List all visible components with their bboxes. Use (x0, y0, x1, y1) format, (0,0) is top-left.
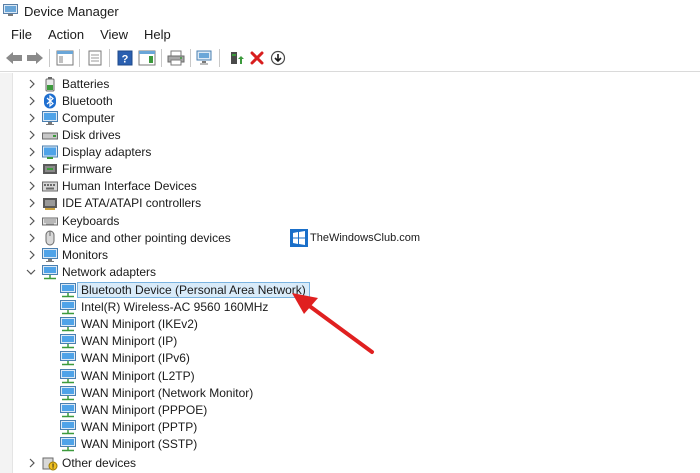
menu-help[interactable]: Help (136, 26, 179, 43)
tree-category-label: Firmware (62, 162, 112, 176)
tree-category-label: Computer (62, 111, 115, 125)
chevron-right-icon[interactable] (27, 79, 37, 89)
chevron-right-icon[interactable] (27, 113, 37, 123)
tree-category-label: Keyboards (62, 214, 120, 228)
network-adapter-icon (60, 368, 76, 384)
svg-text:!: ! (52, 464, 54, 471)
chevron-down-icon[interactable] (26, 267, 36, 277)
uninstall-device-icon[interactable] (247, 48, 267, 68)
disk-drive-icon (42, 127, 58, 143)
toolbar-separator (161, 49, 162, 67)
tree-device-label: WAN Miniport (L2TP) (81, 369, 195, 383)
other-devices-icon: ! (42, 455, 58, 471)
chevron-right-icon[interactable] (27, 198, 37, 208)
chevron-right-icon[interactable] (27, 164, 37, 174)
watermark: TheWindowsClub.com (290, 229, 420, 247)
network-adapter-icon (60, 402, 76, 418)
network-adapter-icon (60, 282, 76, 298)
network-adapter-icon (60, 316, 76, 332)
network-adapter-icon (60, 350, 76, 366)
device-manager-icon (3, 4, 18, 16)
update-driver-icon[interactable] (226, 48, 246, 68)
tree-device-label: WAN Miniport (IP) (81, 334, 178, 348)
tree-device-label: WAN Miniport (IPv6) (81, 351, 190, 365)
tree-category-label: Human Interface Devices (62, 179, 197, 193)
network-adapter-icon (60, 385, 76, 401)
forward-icon[interactable] (25, 48, 45, 68)
network-adapter-icon (60, 436, 76, 452)
tree-device-label: Bluetooth Device (Personal Area Network) (77, 282, 310, 298)
svg-text:?: ? (122, 54, 129, 66)
disable-device-icon[interactable] (268, 48, 288, 68)
tree-category-label: Other devices (62, 456, 137, 470)
toolbar-separator (219, 49, 220, 67)
display-adapter-icon (42, 144, 58, 160)
battery-icon (42, 76, 58, 92)
bluetooth-icon (42, 93, 58, 109)
network-adapter-icon (60, 333, 76, 349)
tree-left-margin (0, 73, 13, 473)
toolbar-separator (49, 49, 50, 67)
toolbar: ? (0, 44, 700, 72)
toolbar-separator (109, 49, 110, 67)
tree-category-label: Network adapters (62, 265, 157, 279)
toolbar-separator (79, 49, 80, 67)
firmware-icon (42, 161, 58, 177)
monitor-icon (42, 247, 58, 263)
tree-category-label: Bluetooth (62, 94, 113, 108)
chevron-right-icon[interactable] (27, 130, 37, 140)
scan-hardware-icon[interactable] (195, 48, 215, 68)
menu-action[interactable]: Action (40, 26, 92, 43)
chevron-right-icon[interactable] (27, 181, 37, 191)
action-pane-icon[interactable] (137, 48, 157, 68)
menu-view[interactable]: View (92, 26, 136, 43)
tree-device-label: WAN Miniport (PPPOE) (81, 403, 208, 417)
chevron-right-icon[interactable] (27, 458, 37, 468)
tree-device-label: WAN Miniport (Network Monitor) (81, 386, 254, 400)
ide-controller-icon (42, 195, 58, 211)
properties-icon[interactable] (85, 48, 105, 68)
title-bar: Device Manager (0, 0, 700, 24)
show-hide-console-tree-icon[interactable] (55, 48, 75, 68)
windows-logo-icon (290, 229, 308, 247)
tree-device-label: Intel(R) Wireless-AC 9560 160MHz (81, 300, 269, 314)
toolbar-separator (190, 49, 191, 67)
help-icon[interactable]: ? (115, 48, 135, 68)
hid-icon (42, 178, 58, 194)
network-adapter-icon (60, 419, 76, 435)
keyboard-icon (42, 213, 58, 229)
tree-device-label: WAN Miniport (IKEv2) (81, 317, 198, 331)
red-arrow-icon (292, 293, 374, 354)
menu-bar: File Action View Help (0, 24, 700, 44)
mouse-icon (42, 230, 58, 246)
chevron-right-icon[interactable] (27, 233, 37, 243)
back-icon[interactable] (4, 48, 24, 68)
tree-category-label: Display adapters (62, 145, 152, 159)
print-icon[interactable] (166, 48, 186, 68)
tree-category-label: Disk drives (62, 128, 121, 142)
network-adapter-icon (60, 299, 76, 315)
watermark-text: TheWindowsClub.com (310, 232, 421, 244)
chevron-right-icon[interactable] (27, 216, 37, 226)
chevron-right-icon[interactable] (27, 96, 37, 106)
tree-category-label: Monitors (62, 248, 109, 262)
tree-device-label: WAN Miniport (SSTP) (81, 437, 198, 451)
window-title: Device Manager (24, 4, 119, 19)
chevron-right-icon[interactable] (27, 147, 37, 157)
chevron-right-icon[interactable] (27, 250, 37, 260)
tree-category-label: Mice and other pointing devices (62, 231, 231, 245)
tree-category-label: Batteries (62, 77, 110, 91)
menu-file[interactable]: File (3, 26, 40, 43)
tree-category-label: IDE ATA/ATAPI controllers (62, 196, 202, 210)
computer-icon (42, 110, 58, 126)
tree-device-label: WAN Miniport (PPTP) (81, 420, 198, 434)
network-adapter-icon (42, 264, 58, 280)
